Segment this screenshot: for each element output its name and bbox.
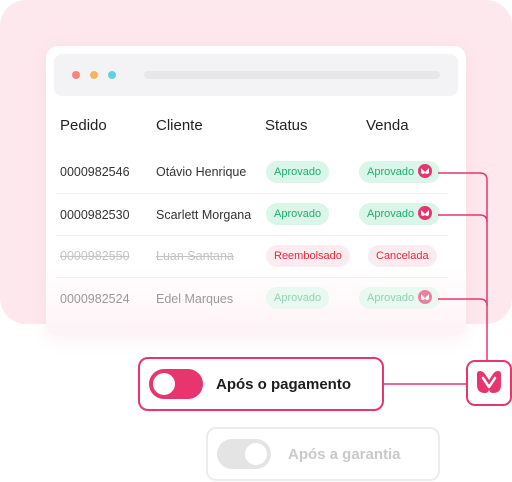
after-payment-option[interactable]: Após o pagamento — [138, 357, 384, 411]
after-guarantee-option[interactable]: Após a garantia — [206, 427, 440, 481]
after-guarantee-toggle[interactable] — [217, 439, 271, 469]
toggle-knob — [245, 443, 267, 465]
after-guarantee-label: Após a garantia — [288, 446, 401, 463]
after-payment-label: Após o pagamento — [216, 376, 352, 393]
brand-heart-logo-icon — [466, 360, 512, 406]
toggle-knob — [153, 373, 175, 395]
after-payment-toggle[interactable] — [149, 369, 203, 399]
